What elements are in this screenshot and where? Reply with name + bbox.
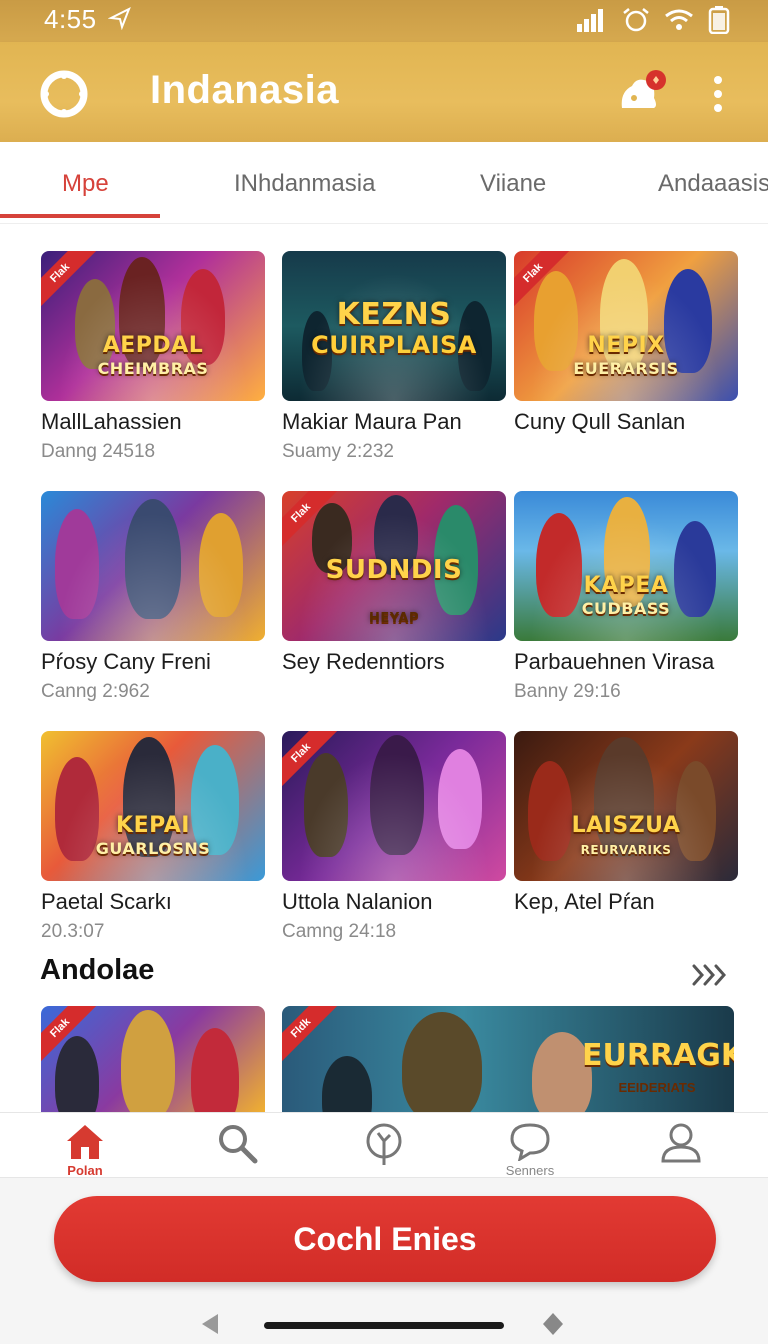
bottom-nav: Polan Senners [0,1112,768,1178]
game-art-title: KAPEA [583,573,669,598]
game-art-subtitle: CHEIMBRAS [97,359,209,378]
game-art-subtitle: REURVARIKS [580,843,672,857]
app-logo-icon[interactable] [40,70,88,118]
game-title: Makiar Maura Pan [282,409,462,434]
wifi-icon [665,9,693,30]
chevrons-right-icon[interactable] [690,962,730,988]
game-art-title: SUDNDIS [325,555,463,585]
nav-profile[interactable] [636,1121,726,1179]
game-subtitle: Canng 2:962 [41,681,150,702]
profile-icon [661,1123,701,1163]
game-thumbnail[interactable]: KAPEA CUDBASS [514,491,738,641]
back-icon[interactable] [200,1312,220,1336]
game-art-title: NEPIX [587,333,665,358]
game-title: Pŕosy Cany Freni [41,649,211,674]
nav-search[interactable] [192,1121,282,1179]
tab-mpe[interactable]: Mpe [62,170,109,198]
nav-chat-label: Senners [505,1163,555,1178]
signal-icon [577,9,603,32]
nav-home[interactable]: Polan [40,1121,130,1179]
battery-icon [708,6,730,34]
notification-icon[interactable] [614,68,670,118]
game-thumbnail[interactable]: Flak AEPDAL CHEIMBRAS [41,251,265,401]
home-gesture-pill[interactable] [264,1322,504,1329]
game-art-subtitle: CUDBASS [581,599,671,618]
app-title: Indanasia [150,68,340,112]
featured-art-title: EURRAGK [582,1038,734,1073]
active-tab-indicator [0,214,160,218]
game-art-subtitle: CUIRPLAISA [311,331,477,359]
pin-icon [366,1123,402,1165]
chat-icon [510,1123,550,1161]
game-thumbnail[interactable] [41,491,265,641]
game-subtitle: Camng 24:18 [282,921,397,942]
game-thumbnail[interactable]: Flak [282,731,506,881]
featured-thumbnail[interactable]: Flak [41,1006,265,1112]
game-title: Cuny Qull Sanlan [514,409,686,434]
game-art-title: KEZNS [336,297,452,332]
game-art-subtitle: GUARLOSNS [95,839,211,858]
app-bar: Indanasia [0,42,768,142]
nav-home-label: Polan [67,1163,103,1178]
game-art-subtitle: HEYAP [368,611,420,626]
search-icon [219,1125,258,1164]
game-title: Paetal Scarkı [41,889,172,914]
tab-bar: Mpe INhdanmasia Viiane Andaaasis [0,142,768,224]
game-thumbnail[interactable]: KEPAI GUARLOSNS [41,731,265,881]
featured-banner[interactable]: Fldk EURRAGK EEIDERIATS [282,1006,734,1112]
status-time: 4:55 [44,4,97,34]
featured-ribbon: Fldk [282,1006,340,1067]
game-title: Sey Redenntiors [282,649,445,674]
game-thumbnail[interactable]: LAISZUA REURVARIKS [514,731,738,881]
more-options-icon[interactable] [704,72,732,116]
recents-icon[interactable] [542,1312,564,1336]
game-subtitle: Banny 29:16 [514,681,621,702]
game-title: Kep, Atel Pŕan [514,889,655,914]
game-subtitle: 20.3:07 [41,921,105,942]
nav-chat[interactable]: Senners [485,1121,575,1179]
nav-explore[interactable] [339,1121,429,1179]
game-art-title: LAISZUA [571,813,681,838]
featured-art-subtitle: EEIDERIATS [618,1080,696,1095]
game-thumbnail[interactable]: KEZNS CUIRPLAISA [282,251,506,401]
game-thumbnail[interactable]: Flak NEPIX EUERARSIS [514,251,738,401]
game-art-title: KEPAI [116,813,190,838]
game-art-title: AEPDAL [102,333,204,358]
game-art-subtitle: EUERARSIS [573,359,679,378]
section-title: Andolae [40,954,155,986]
game-thumbnail[interactable]: Flak SUDNDIS HEYAP [282,491,506,641]
alarm-icon [623,8,649,32]
game-title: Uttola Nalanion [282,889,433,914]
home-icon [67,1125,103,1159]
system-nav-bar [0,1300,768,1344]
tab-inhdanmasia[interactable]: INhdanmasia [234,170,375,198]
location-icon [108,6,131,30]
status-bar: 4:55 [0,0,768,42]
game-title: MallLahassien [41,409,182,434]
primary-cta-button[interactable]: Cochl Enies [54,1196,716,1282]
game-title: Parbauehnen Virasa [514,649,715,674]
game-subtitle: Danng 24518 [41,441,156,462]
tab-viiane[interactable]: Viiane [480,170,546,198]
game-subtitle: Suamy 2:232 [282,441,394,462]
tab-andaaasis[interactable]: Andaaasis [658,170,768,198]
